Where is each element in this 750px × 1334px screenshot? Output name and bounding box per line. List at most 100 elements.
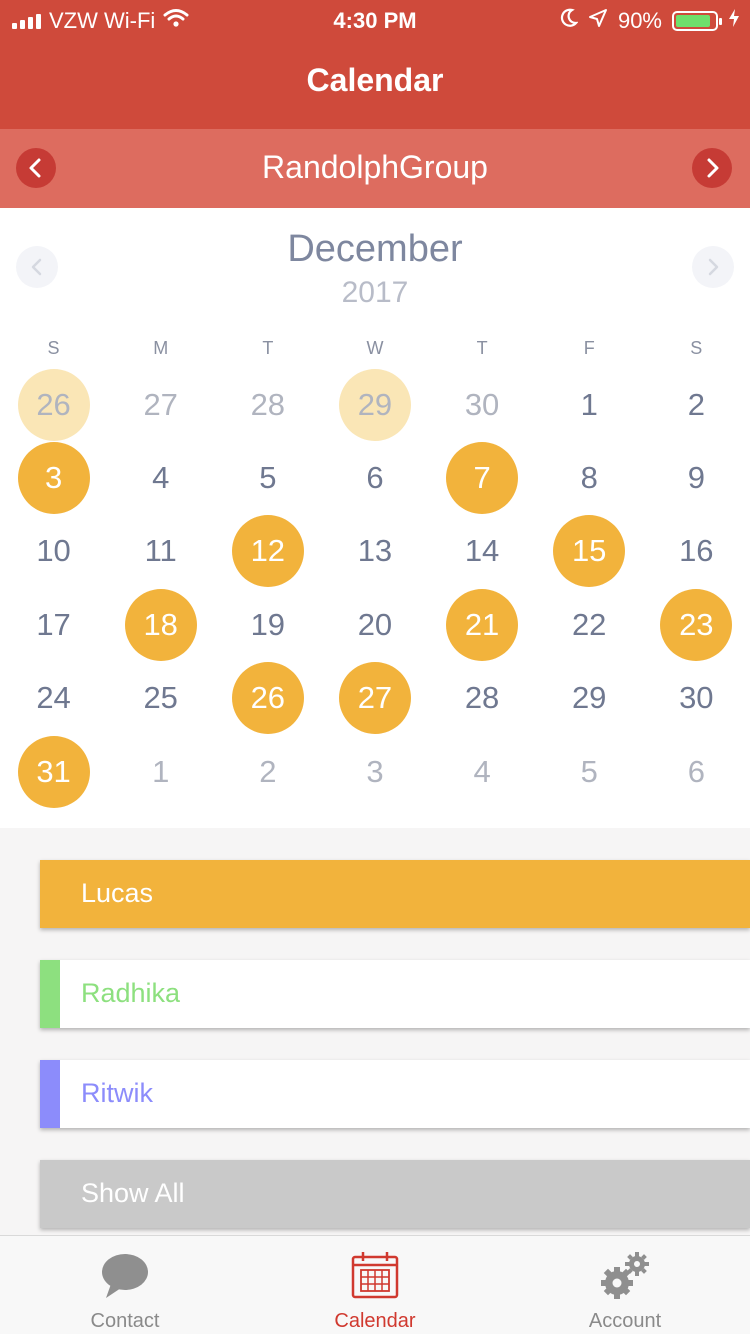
day-cell: 29: [553, 662, 625, 734]
calendar-day[interactable]: 25: [107, 662, 214, 735]
day-number: 6: [366, 460, 384, 496]
day-cell: 6: [339, 442, 411, 514]
event-marker: 26: [17, 368, 90, 441]
day-cell: 22: [553, 589, 625, 661]
day-cell: 2: [660, 369, 732, 441]
next-month-button[interactable]: [692, 246, 734, 288]
day-number: 6: [687, 753, 705, 789]
tab-contact[interactable]: Contact: [0, 1236, 250, 1334]
calendar-day[interactable]: 29: [321, 368, 428, 441]
event-marker: 12: [231, 515, 304, 588]
day-number: 8: [580, 460, 598, 496]
calendar-day[interactable]: 6: [643, 735, 750, 808]
event-marker: 31: [17, 735, 90, 808]
weekday-label: S: [690, 338, 703, 358]
tab-label: Calendar: [334, 1310, 416, 1332]
member-name: Ritwik: [81, 1078, 153, 1108]
member-item-radhika[interactable]: Radhika: [40, 960, 750, 1028]
day-cell: 27: [125, 369, 197, 441]
tab-label: Account: [588, 1310, 662, 1332]
day-cell: 13: [339, 515, 411, 587]
calendar-day[interactable]: 3: [321, 735, 428, 808]
calendar-day[interactable]: 30: [429, 368, 536, 441]
calendar-day[interactable]: 29: [536, 662, 643, 735]
day-cell: 1: [125, 736, 197, 808]
next-group-button[interactable]: [692, 148, 732, 188]
calendar-day[interactable]: 24: [0, 662, 107, 735]
calendar-day[interactable]: 6: [321, 441, 428, 514]
weekday-label: T: [476, 338, 488, 358]
calendar-day[interactable]: 17: [0, 588, 107, 661]
calendar-day[interactable]: 2: [214, 735, 321, 808]
day-cell: 30: [660, 662, 732, 734]
day-cell: 9: [660, 442, 732, 514]
event-marker: 18: [124, 588, 197, 661]
day-number: 11: [144, 533, 177, 569]
member-item-lucas[interactable]: Lucas: [40, 860, 750, 928]
member-color-stripe: [40, 1060, 60, 1128]
day-cell: 11: [125, 515, 197, 587]
event-marker: 27: [338, 662, 411, 735]
day-cell: 2: [232, 736, 304, 808]
day-cell: 17: [18, 589, 90, 661]
event-marker: 23: [660, 588, 733, 661]
calendar-day[interactable]: 18: [107, 588, 214, 661]
day-cell: 1: [553, 369, 625, 441]
calendar-day[interactable]: 7: [429, 441, 536, 515]
member-item-ritwik[interactable]: Ritwik: [40, 1060, 750, 1128]
event-marker: 15: [553, 515, 626, 588]
day-number: 27: [357, 680, 393, 716]
day-number: 30: [464, 386, 500, 422]
show-all-label: Show All: [81, 1178, 185, 1208]
calendar-day[interactable]: 5: [536, 735, 643, 808]
moon-icon: [560, 8, 579, 34]
calendar-day[interactable]: 14: [429, 515, 536, 588]
calendar-day[interactable]: 30: [643, 662, 750, 735]
calendar-day[interactable]: 27: [321, 662, 428, 735]
day-cell: 14: [446, 515, 518, 587]
calendar-day[interactable]: 10: [0, 515, 107, 588]
calendar-day[interactable]: 31: [0, 735, 107, 808]
calendar-day[interactable]: 9: [643, 441, 750, 514]
calendar-day[interactable]: 5: [214, 441, 321, 514]
day-number: 9: [687, 460, 705, 496]
calendar-day[interactable]: 19: [214, 588, 321, 661]
calendar-day[interactable]: 26: [214, 662, 321, 735]
calendar-day[interactable]: 4: [429, 735, 536, 808]
calendar-day[interactable]: 26: [0, 368, 107, 441]
calendar-day[interactable]: 28: [214, 368, 321, 441]
day-number: 18: [143, 606, 178, 642]
tab-calendar[interactable]: Calendar: [250, 1236, 500, 1334]
day-cell: 16: [660, 515, 732, 587]
calendar-day[interactable]: 1: [536, 368, 643, 441]
group-selector: RandolphGroup: [0, 129, 750, 208]
calendar-day[interactable]: 12: [214, 515, 321, 588]
calendar-day[interactable]: 1: [107, 735, 214, 808]
calendar-day[interactable]: 2: [643, 368, 750, 441]
year-label: 2017: [341, 276, 409, 309]
calendar-day[interactable]: 27: [107, 368, 214, 441]
day-number: 14: [464, 533, 500, 569]
weekday-label: S: [47, 338, 60, 358]
calendar-day[interactable]: 8: [536, 441, 643, 514]
calendar-day[interactable]: 21: [429, 588, 536, 661]
event-marker: 26: [231, 662, 304, 735]
day-number: 29: [357, 386, 393, 422]
day-number: 7: [473, 460, 491, 496]
calendar-day[interactable]: 22: [536, 588, 643, 661]
calendar-day[interactable]: 15: [536, 515, 643, 588]
event-marker: 29: [338, 368, 411, 441]
tab-account[interactable]: Account: [500, 1236, 750, 1334]
calendar-day[interactable]: 13: [321, 515, 428, 588]
calendar-day[interactable]: 20: [321, 588, 428, 661]
calendar-day[interactable]: 3: [0, 441, 107, 515]
status-bar: VZW Wi-Fi 4:30 PM 90%: [0, 0, 750, 40]
calendar-day[interactable]: 16: [643, 515, 750, 588]
calendar-day[interactable]: 23: [643, 588, 750, 661]
calendar-day[interactable]: 28: [429, 662, 536, 735]
show-all-button[interactable]: Show All: [40, 1160, 750, 1228]
calendar-day[interactable]: 4: [107, 441, 214, 514]
calendar-day[interactable]: 11: [107, 515, 214, 588]
day-cell: 4: [446, 736, 518, 808]
day-number: 15: [571, 533, 607, 569]
